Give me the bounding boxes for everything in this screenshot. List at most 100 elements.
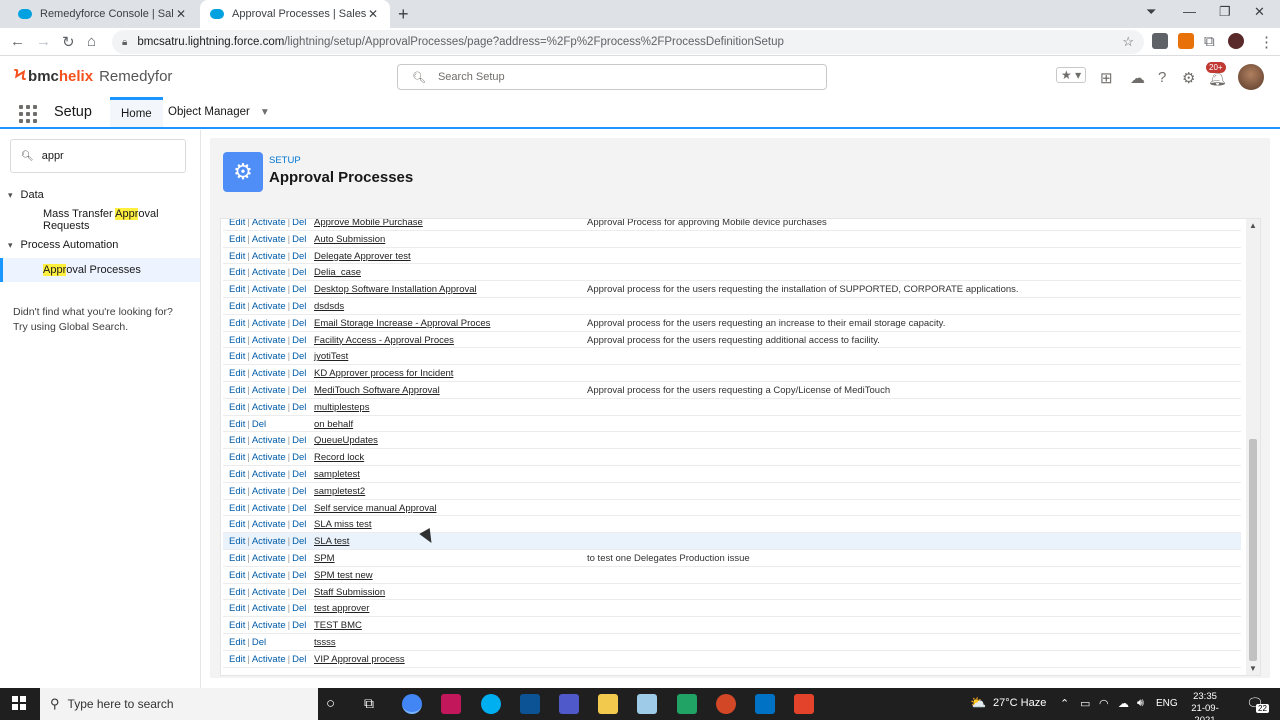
edit-link[interactable]: Edit bbox=[229, 553, 245, 564]
activate-link[interactable]: Activate bbox=[252, 351, 286, 362]
app-green-taskbar-icon[interactable] bbox=[677, 694, 697, 714]
home-icon[interactable]: ⌂ bbox=[87, 33, 96, 50]
task-view-icon[interactable]: ⧉ bbox=[364, 695, 374, 712]
delete-link[interactable]: Del bbox=[252, 419, 266, 430]
edit-link[interactable]: Edit bbox=[229, 570, 245, 581]
edit-link[interactable]: Edit bbox=[229, 435, 245, 446]
browser-tab-remedyforce-console[interactable]: Remedyforce Console | Salesforce ✕ bbox=[8, 0, 198, 28]
activate-link[interactable]: Activate bbox=[252, 368, 286, 379]
activate-link[interactable]: Activate bbox=[252, 301, 286, 312]
activate-link[interactable]: Activate bbox=[252, 469, 286, 480]
process-name-link[interactable]: Auto Submission bbox=[314, 234, 385, 245]
outlook-taskbar-icon[interactable] bbox=[755, 694, 775, 714]
edit-link[interactable]: Edit bbox=[229, 486, 245, 497]
process-name-link[interactable]: Facility Access - Approval Proces bbox=[314, 335, 454, 346]
close-tab-icon[interactable]: ✕ bbox=[366, 7, 380, 21]
edit-link[interactable]: Edit bbox=[229, 351, 245, 362]
tab-home[interactable]: Home bbox=[110, 97, 163, 127]
edit-link[interactable]: Edit bbox=[229, 318, 245, 329]
delete-link[interactable]: Del bbox=[292, 620, 306, 631]
quick-find-input[interactable]: 🔍︎ appr bbox=[10, 139, 186, 173]
file-explorer-taskbar-icon[interactable] bbox=[598, 694, 618, 714]
cortana-icon[interactable]: ○ bbox=[326, 695, 335, 712]
browser-menu-icon[interactable]: ⋮ bbox=[1259, 33, 1274, 51]
delete-link[interactable]: Del bbox=[292, 503, 306, 514]
delete-link[interactable]: Del bbox=[292, 435, 306, 446]
delete-link[interactable]: Del bbox=[292, 519, 306, 530]
edit-link[interactable]: Edit bbox=[229, 637, 245, 648]
delete-link[interactable]: Del bbox=[292, 318, 306, 329]
address-bar[interactable]: 🔒︎ bmcsatru.lightning.force.com /lightni… bbox=[112, 30, 1144, 54]
activate-link[interactable]: Activate bbox=[252, 219, 286, 228]
edit-link[interactable]: Edit bbox=[229, 267, 245, 278]
browser-tab-approval-processes[interactable]: Approval Processes | Salesforce ✕ bbox=[200, 0, 390, 28]
process-name-link[interactable]: on behalf bbox=[314, 419, 353, 430]
weather-icon[interactable]: ⛅ bbox=[970, 695, 986, 711]
delete-link[interactable]: Del bbox=[292, 284, 306, 295]
process-name-link[interactable]: Record lock bbox=[314, 452, 364, 463]
activate-link[interactable]: Activate bbox=[252, 536, 286, 547]
forward-arrow-icon[interactable]: → bbox=[36, 33, 51, 50]
delete-link[interactable]: Del bbox=[292, 587, 306, 598]
process-name-link[interactable]: Approve Mobile Purchase bbox=[314, 219, 423, 228]
close-window-button[interactable]: ✕ bbox=[1254, 4, 1265, 20]
edit-link[interactable]: Edit bbox=[229, 469, 245, 480]
search-setup-input[interactable]: 🔍︎ Search Setup bbox=[397, 64, 827, 90]
delete-link[interactable]: Del bbox=[292, 553, 306, 564]
activate-link[interactable]: Activate bbox=[252, 318, 286, 329]
process-name-link[interactable]: test approver bbox=[314, 603, 369, 614]
scroll-down-arrow-icon[interactable]: ▼ bbox=[1249, 664, 1257, 673]
scroll-up-arrow-icon[interactable]: ▲ bbox=[1249, 221, 1257, 230]
global-actions-plus-icon[interactable]: ⊞ bbox=[1100, 69, 1113, 87]
process-name-link[interactable]: Self service manual Approval bbox=[314, 503, 437, 514]
delete-link[interactable]: Del bbox=[292, 267, 306, 278]
process-name-link[interactable]: multiplesteps bbox=[314, 402, 369, 413]
activate-link[interactable]: Activate bbox=[252, 267, 286, 278]
activate-link[interactable]: Activate bbox=[252, 335, 286, 346]
activate-link[interactable]: Activate bbox=[252, 385, 286, 396]
delete-link[interactable]: Del bbox=[292, 603, 306, 614]
tree-group-data[interactable]: ▾ Data bbox=[8, 189, 44, 201]
delete-link[interactable]: Del bbox=[292, 570, 306, 581]
tray-wifi-icon[interactable]: ◠ bbox=[1099, 697, 1109, 710]
process-name-link[interactable]: MediTouch Software Approval bbox=[314, 385, 440, 396]
profile-dropdown-icon[interactable]: ⏷ bbox=[1146, 4, 1156, 20]
chrome-taskbar-icon[interactable] bbox=[402, 694, 422, 714]
new-tab-button[interactable]: + bbox=[398, 4, 409, 25]
activate-link[interactable]: Activate bbox=[252, 570, 286, 581]
process-name-link[interactable]: sampletest bbox=[314, 469, 360, 480]
activate-link[interactable]: Activate bbox=[252, 402, 286, 413]
process-name-link[interactable]: Delia_case bbox=[314, 267, 361, 278]
content-scrollbar[interactable]: ▲ ▼ bbox=[1246, 219, 1260, 675]
edit-link[interactable]: Edit bbox=[229, 301, 245, 312]
edit-link[interactable]: Edit bbox=[229, 587, 245, 598]
edit-link[interactable]: Edit bbox=[229, 654, 245, 665]
scrollbar-thumb[interactable] bbox=[1249, 439, 1257, 661]
process-name-link[interactable]: SPM bbox=[314, 553, 335, 564]
app-launcher-icon[interactable] bbox=[19, 105, 37, 123]
process-name-link[interactable]: SLA miss test bbox=[314, 519, 372, 530]
vscode-taskbar-icon[interactable] bbox=[520, 694, 540, 714]
activate-link[interactable]: Activate bbox=[252, 587, 286, 598]
activate-link[interactable]: Activate bbox=[252, 234, 286, 245]
tray-battery-icon[interactable]: ▭ bbox=[1080, 697, 1090, 710]
tray-cloud-icon[interactable]: ☁ bbox=[1118, 697, 1129, 710]
process-name-link[interactable]: Staff Submission bbox=[314, 587, 385, 598]
process-name-link[interactable]: KD Approver process for Incident bbox=[314, 368, 453, 379]
edit-link[interactable]: Edit bbox=[229, 452, 245, 463]
reload-icon[interactable]: ↻ bbox=[62, 33, 75, 51]
trailhead-icon[interactable]: ☁ bbox=[1130, 69, 1145, 87]
activate-link[interactable]: Activate bbox=[252, 654, 286, 665]
edit-link[interactable]: Edit bbox=[229, 419, 245, 430]
delete-link[interactable]: Del bbox=[292, 654, 306, 665]
process-name-link[interactable]: Desktop Software Installation Approval bbox=[314, 284, 477, 295]
edit-link[interactable]: Edit bbox=[229, 603, 245, 614]
process-name-link[interactable]: VIP Approval process bbox=[314, 654, 405, 665]
bookmark-star-icon[interactable]: ☆ bbox=[1122, 34, 1134, 50]
app-taskbar-icon[interactable] bbox=[441, 694, 461, 714]
delete-link[interactable]: Del bbox=[292, 351, 306, 362]
app-red-taskbar-icon[interactable] bbox=[794, 694, 814, 714]
taskbar-search-input[interactable]: ⚲ Type here to search bbox=[40, 688, 318, 720]
not-found-line-2[interactable]: Try using Global Search. bbox=[13, 320, 193, 335]
process-name-link[interactable]: SLA test bbox=[314, 536, 349, 547]
